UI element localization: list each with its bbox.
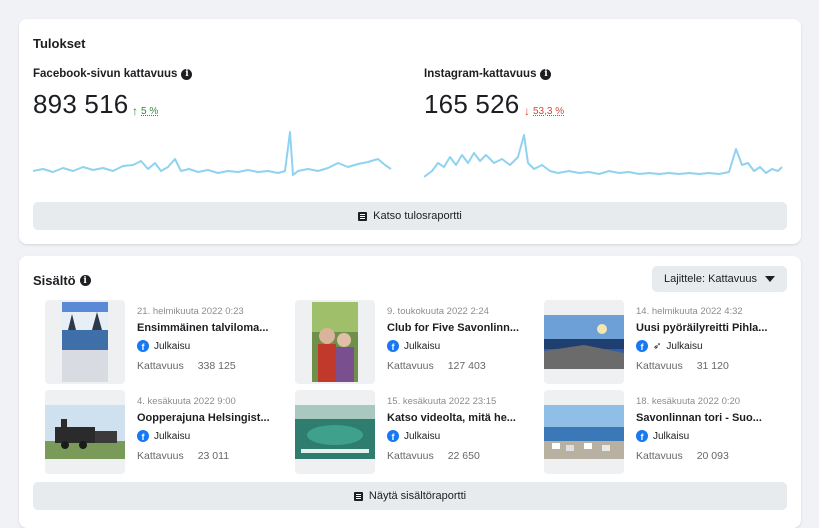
post-thumbnail	[544, 390, 624, 474]
reach-value: 338 125	[197, 360, 236, 372]
info-icon[interactable]: i	[181, 68, 193, 80]
post-thumbnail	[45, 390, 125, 474]
reach-label: Kattavuus	[137, 450, 184, 462]
post-type-label: Julkaisu	[666, 340, 703, 352]
post-type-label: Julkaisu	[154, 340, 191, 352]
instagram-change-value[interactable]: 53,3 %	[533, 106, 564, 117]
post-reach: Kattavuus 338 125	[137, 360, 236, 372]
post-type: f Julkaisu	[137, 430, 190, 442]
instagram-reach-label: Instagram-kattavuus i	[424, 68, 552, 80]
post-type: f Julkaisu	[387, 430, 440, 442]
sort-dropdown-label: Lajittele: Kattavuus	[664, 273, 757, 285]
reach-label: Kattavuus	[636, 450, 683, 462]
view-results-report-button[interactable]: Katso tulosraportti	[33, 202, 787, 230]
post-item[interactable]: 4. kesäkuuta 2022 9:00 Oopperajuna Helsi…	[45, 390, 285, 474]
steam-train-image	[45, 405, 125, 459]
view-results-report-label: Katso tulosraportti	[373, 210, 462, 222]
post-type-label: Julkaisu	[404, 430, 441, 442]
arrow-down-icon: ↓	[524, 104, 530, 118]
post-item[interactable]: 14. helmikuuta 2022 4:32 Uusi pyöräilyre…	[544, 300, 784, 384]
facebook-icon: f	[636, 340, 648, 352]
post-title[interactable]: Savonlinnan tori - Suo...	[636, 412, 762, 424]
info-icon[interactable]: i	[540, 68, 552, 80]
caret-down-icon	[765, 276, 775, 282]
post-thumbnail	[295, 300, 375, 384]
info-icon[interactable]: i	[79, 275, 91, 286]
view-content-report-label: Näytä sisältöraportti	[368, 490, 467, 502]
instagram-reach-sparkline	[424, 134, 783, 178]
results-title: Tulokset	[33, 36, 86, 51]
post-reach: Kattavuus 31 120	[636, 360, 729, 372]
facebook-reach-value: 893 516	[33, 89, 129, 119]
post-item[interactable]: 21. helmikuuta 2022 0:23 Ensimmäinen tal…	[45, 300, 285, 384]
post-date: 18. kesäkuuta 2022 0:20	[636, 396, 741, 407]
facebook-icon: f	[387, 430, 399, 442]
facebook-icon: f	[137, 430, 149, 442]
post-type: f Julkaisu	[636, 430, 689, 442]
facebook-reach-label-text: Facebook-sivun kattavuus	[33, 68, 178, 80]
instagram-reach-value: 165 526	[424, 89, 520, 119]
winter-lake-image	[62, 302, 108, 382]
post-type-label: Julkaisu	[653, 430, 690, 442]
post-thumbnail	[45, 300, 125, 384]
instagram-reach-change: ↓ 53,3 %	[524, 104, 564, 118]
post-type: f Julkaisu	[387, 340, 440, 352]
post-title[interactable]: Katso videolta, mitä he...	[387, 412, 516, 424]
arrow-up-icon: ↑	[132, 104, 138, 118]
reach-label: Kattavuus	[137, 360, 184, 372]
facebook-change-value[interactable]: 5 %	[141, 106, 158, 117]
reach-value: 22 650	[447, 450, 480, 462]
people-photo-image	[312, 302, 358, 382]
report-icon	[353, 491, 363, 501]
facebook-reach-change: ↑ 5 %	[132, 104, 158, 118]
post-type: f ➶ Julkaisu	[636, 340, 703, 352]
post-reach: Kattavuus 127 403	[387, 360, 486, 372]
post-item[interactable]: 9. toukokuuta 2022 2:24 Club for Five Sa…	[295, 300, 535, 384]
post-date: 21. helmikuuta 2022 0:23	[137, 306, 244, 317]
post-date: 9. toukokuuta 2022 2:24	[387, 306, 489, 317]
post-type-label: Julkaisu	[404, 340, 441, 352]
post-item[interactable]: 18. kesäkuuta 2022 0:20 Savonlinnan tori…	[544, 390, 784, 474]
post-type: f Julkaisu	[137, 340, 190, 352]
facebook-reach-label: Facebook-sivun kattavuus i	[33, 68, 193, 80]
post-item[interactable]: 15. kesäkuuta 2022 23:15 Katso videolta,…	[295, 390, 535, 474]
market-square-image	[544, 405, 624, 459]
post-title[interactable]: Oopperajuna Helsingist...	[137, 412, 270, 424]
content-title-text: Sisältö	[33, 273, 76, 288]
content-title: Sisältö i	[33, 273, 91, 288]
results-card: Tulokset Facebook-sivun kattavuus i 893 …	[19, 19, 801, 244]
instagram-reach-label-text: Instagram-kattavuus	[424, 68, 537, 80]
post-title[interactable]: Uusi pyöräilyreitti Pihla...	[636, 322, 767, 334]
post-thumbnail	[544, 300, 624, 384]
post-reach: Kattavuus 23 011	[137, 450, 229, 462]
green-video-image	[295, 405, 375, 459]
post-thumbnail	[295, 390, 375, 474]
facebook-icon: f	[387, 340, 399, 352]
post-reach: Kattavuus 22 650	[387, 450, 480, 462]
lakeside-road-image	[544, 315, 624, 369]
reach-label: Kattavuus	[636, 360, 683, 372]
post-reach: Kattavuus 20 093	[636, 450, 729, 462]
boost-rocket-icon: ➶	[653, 340, 662, 352]
post-date: 14. helmikuuta 2022 4:32	[636, 306, 743, 317]
post-title[interactable]: Ensimmäinen talviloma...	[137, 322, 268, 334]
facebook-icon: f	[137, 340, 149, 352]
reach-value: 20 093	[696, 450, 729, 462]
post-title[interactable]: Club for Five Savonlinn...	[387, 322, 519, 334]
post-type-label: Julkaisu	[154, 430, 191, 442]
reach-value: 23 011	[197, 450, 230, 462]
reach-value: 127 403	[447, 360, 486, 372]
reach-label: Kattavuus	[387, 360, 434, 372]
reach-label: Kattavuus	[387, 450, 434, 462]
reach-value: 31 120	[696, 360, 729, 372]
facebook-icon: f	[636, 430, 648, 442]
post-date: 15. kesäkuuta 2022 23:15	[387, 396, 497, 407]
view-content-report-button[interactable]: Näytä sisältöraportti	[33, 482, 787, 510]
facebook-reach-sparkline	[33, 131, 392, 176]
content-card: Sisältö i Lajittele: Kattavuus 21. helmi…	[19, 256, 801, 528]
sort-dropdown[interactable]: Lajittele: Kattavuus	[652, 266, 787, 292]
report-icon	[358, 211, 368, 221]
post-date: 4. kesäkuuta 2022 9:00	[137, 396, 236, 407]
